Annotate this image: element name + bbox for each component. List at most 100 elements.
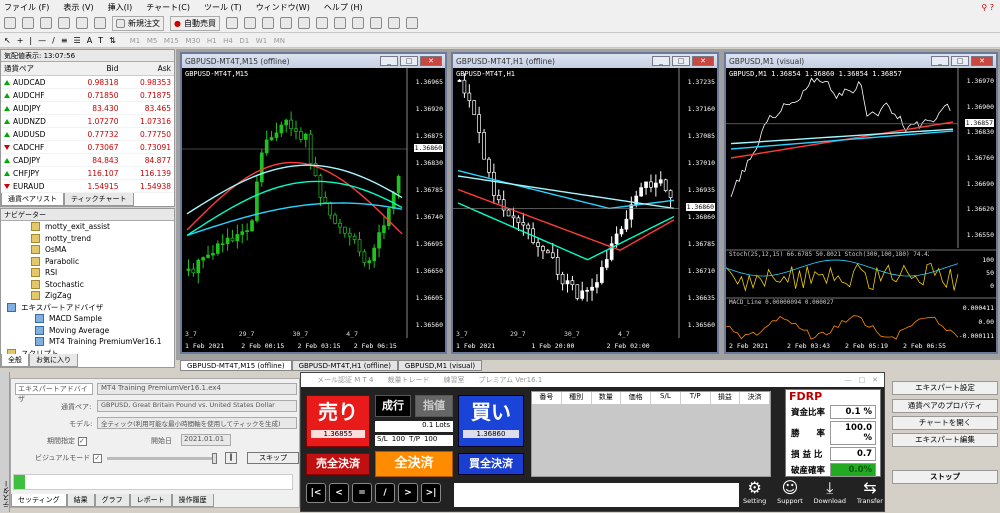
menu-view[interactable]: 表示 (V) [63,2,93,13]
market-watch-row[interactable]: AUDJPY 83.430 83.465 [1,101,174,115]
sl-tp-inputs[interactable]: S/L 100 T/P 100 [375,435,453,446]
col-symbol[interactable]: 通貨ペア [1,62,69,76]
minimize-icon[interactable]: _ [652,56,670,66]
search-icon[interactable]: ⚲ ? [981,3,994,12]
footer-transfer-button[interactable]: ⇆ Transfer [857,479,883,513]
navigator-ea-folder[interactable]: エキスパートアドバイザ [1,302,174,314]
symbol-properties-button[interactable]: 通貨ペアのプロパティ [892,399,998,413]
limit-order-button[interactable]: 指値 [415,395,453,417]
visual-checkbox[interactable]: ✓ [93,453,103,463]
navigator-indicator-item[interactable]: motty_exit_assist [1,221,174,233]
tab-favorites[interactable]: お気に入り [29,354,78,367]
close-icon[interactable]: ✕ [420,56,442,66]
history-nav-button[interactable]: < [329,483,349,503]
buy-button[interactable]: 買い 1.36860 [458,395,524,447]
tester-type-select[interactable]: エキスパートアドバイザ [15,383,93,403]
menu-chart[interactable]: チャート(C) [146,2,190,13]
tab-tick-chart[interactable]: ティックチャート [64,193,134,206]
sell-button[interactable]: 売り 1.36855 [306,395,370,447]
navigator-ea-item[interactable]: MT4 Training PremiumVer16.1 [1,336,174,348]
chart-window-m15[interactable]: GBPUSD-MT4T,M15 (offline) _ □ ✕ GBPUSD-MT4T… [180,52,447,354]
maximize-icon[interactable]: □ [400,56,418,66]
menu-help[interactable]: ヘルプ (H) [324,2,363,13]
slider-handle[interactable] [212,453,217,464]
navigator-indicator-item[interactable]: Parabolic [1,256,174,268]
zoom-in-icon[interactable] [279,17,292,29]
tester-period-option[interactable]: 期間指定 ✓ [47,436,87,446]
minimize-icon[interactable]: _ [931,56,949,66]
label-icon[interactable]: T [98,36,103,45]
tester-start-date[interactable]: 2021.01.01 [181,434,231,446]
history-nav-button[interactable]: >| [421,483,441,503]
history-nav-button[interactable]: > [398,483,418,503]
tab-settings[interactable]: セッティング [11,494,67,507]
tf-h1[interactable]: H1 [205,37,219,45]
tf-m15[interactable]: M15 [162,37,181,45]
tab-general[interactable]: 全般 [1,354,29,367]
trendline-icon[interactable]: / [52,36,55,45]
navigator-ea-item[interactable]: Moving Average [1,325,174,337]
chart-window-m1[interactable]: GBPUSD,M1 (visual) _ □ ✕ GBPUSD,M1 1.36854 … [724,52,998,354]
market-watch-row[interactable]: AUDCAD 0.98318 0.98353 [1,75,174,89]
channel-icon[interactable]: ≡ [61,36,68,45]
edit-expert-button[interactable]: エキスパート編集 [892,433,998,447]
sl-value[interactable]: 100 [392,435,405,446]
terminal-icon[interactable] [76,17,88,29]
tp-value[interactable]: 100 [424,435,437,446]
tile-windows-icon[interactable] [315,17,328,29]
tab-symbols[interactable]: 通貨ペアリスト [1,193,64,206]
profiles-icon[interactable] [22,17,34,29]
trade-title-manual[interactable]: 裁量トレード [387,375,429,385]
arrows-icon[interactable]: ⇅ [109,36,116,45]
horizontal-line-icon[interactable]: — [38,36,46,45]
chart-tab-m1[interactable]: GBPUSD,M1 (visual) [397,360,483,371]
market-watch-icon[interactable] [40,17,52,29]
menu-file[interactable]: ファイル (F) [4,2,49,13]
market-order-button[interactable]: 成行 [375,395,411,417]
history-nav-button[interactable]: |< [306,483,326,503]
market-watch-row[interactable]: CADJPY 84.843 84.877 [1,153,174,167]
price-plot[interactable]: GBPUSD-MT4T,M15 1.36965 1.36920 1.36875 1.36… [182,68,445,352]
new-chart-icon[interactable] [4,17,16,29]
minimize-icon[interactable]: _ [380,56,398,66]
market-watch-row[interactable]: AUDCHF 0.71850 0.71875 [1,88,174,102]
history-nav-button[interactable]: / [375,483,395,503]
vertical-line-icon[interactable]: | [29,36,32,45]
menu-insert[interactable]: 挿入(I) [108,2,133,13]
chart-window-h1[interactable]: GBPUSD-MT4T,H1 (offline) _ □ ✕ GBPUSD-MT4T,… [451,52,719,354]
tester-icon[interactable] [94,17,106,29]
candle-chart-icon[interactable] [243,17,256,29]
cursor-icon[interactable]: ↖ [4,36,11,45]
market-watch-row[interactable]: AUDNZD 1.07270 1.07316 [1,114,174,128]
maximize-icon[interactable]: □ [672,56,690,66]
price-plot[interactable]: GBPUSD,M1 1.36854 1.36860 1.36854 1.3685… [726,68,996,352]
text-icon[interactable]: A [87,36,92,45]
bar-chart-icon[interactable] [225,17,238,29]
menu-tools[interactable]: ツール (T) [204,2,242,13]
tf-m1[interactable]: M1 [128,37,143,45]
tester-ea-select[interactable]: MT4 Training PremiumVer16.1.ex4 [97,383,297,395]
col-bid[interactable]: Bid [68,62,122,76]
footer-setting-button[interactable]: ⚙ Setting [743,479,766,513]
expert-settings-button[interactable]: エキスパート設定 [892,381,998,395]
period-checkbox[interactable]: ✓ [78,436,87,446]
tab-journal[interactable]: 操作履歴 [171,494,214,507]
periods-icon[interactable] [387,17,400,29]
chart-tab-m15[interactable]: GBPUSD-MT4T,M15 (offline) [180,360,292,371]
history-nav-button[interactable]: = [352,483,372,503]
zoom-out-icon[interactable] [297,17,310,29]
navigator-indicator-item[interactable]: motty_trend [1,233,174,245]
indicators-icon[interactable] [369,17,382,29]
close-buy-button[interactable]: 買全決済 [458,453,524,475]
navigator-icon[interactable] [58,17,70,29]
chart-shift-icon[interactable] [351,17,364,29]
navigator-indicator-item[interactable]: Stochastic [1,279,174,291]
market-watch-row[interactable]: AUDUSD 0.77732 0.77750 [1,127,174,141]
tf-mn[interactable]: MN [272,37,287,45]
navigator-ea-item[interactable]: MACD Sample [1,313,174,325]
tester-visual-option[interactable]: ビジュアルモード ✓ [35,453,103,463]
market-watch-row[interactable]: CHFJPY 116.107 116.139 [1,166,174,180]
trade-window-buttons[interactable]: — □ ✕ [845,375,878,385]
close-icon[interactable]: ✕ [971,56,993,66]
menu-window[interactable]: ウィンドウ(W) [256,2,310,13]
